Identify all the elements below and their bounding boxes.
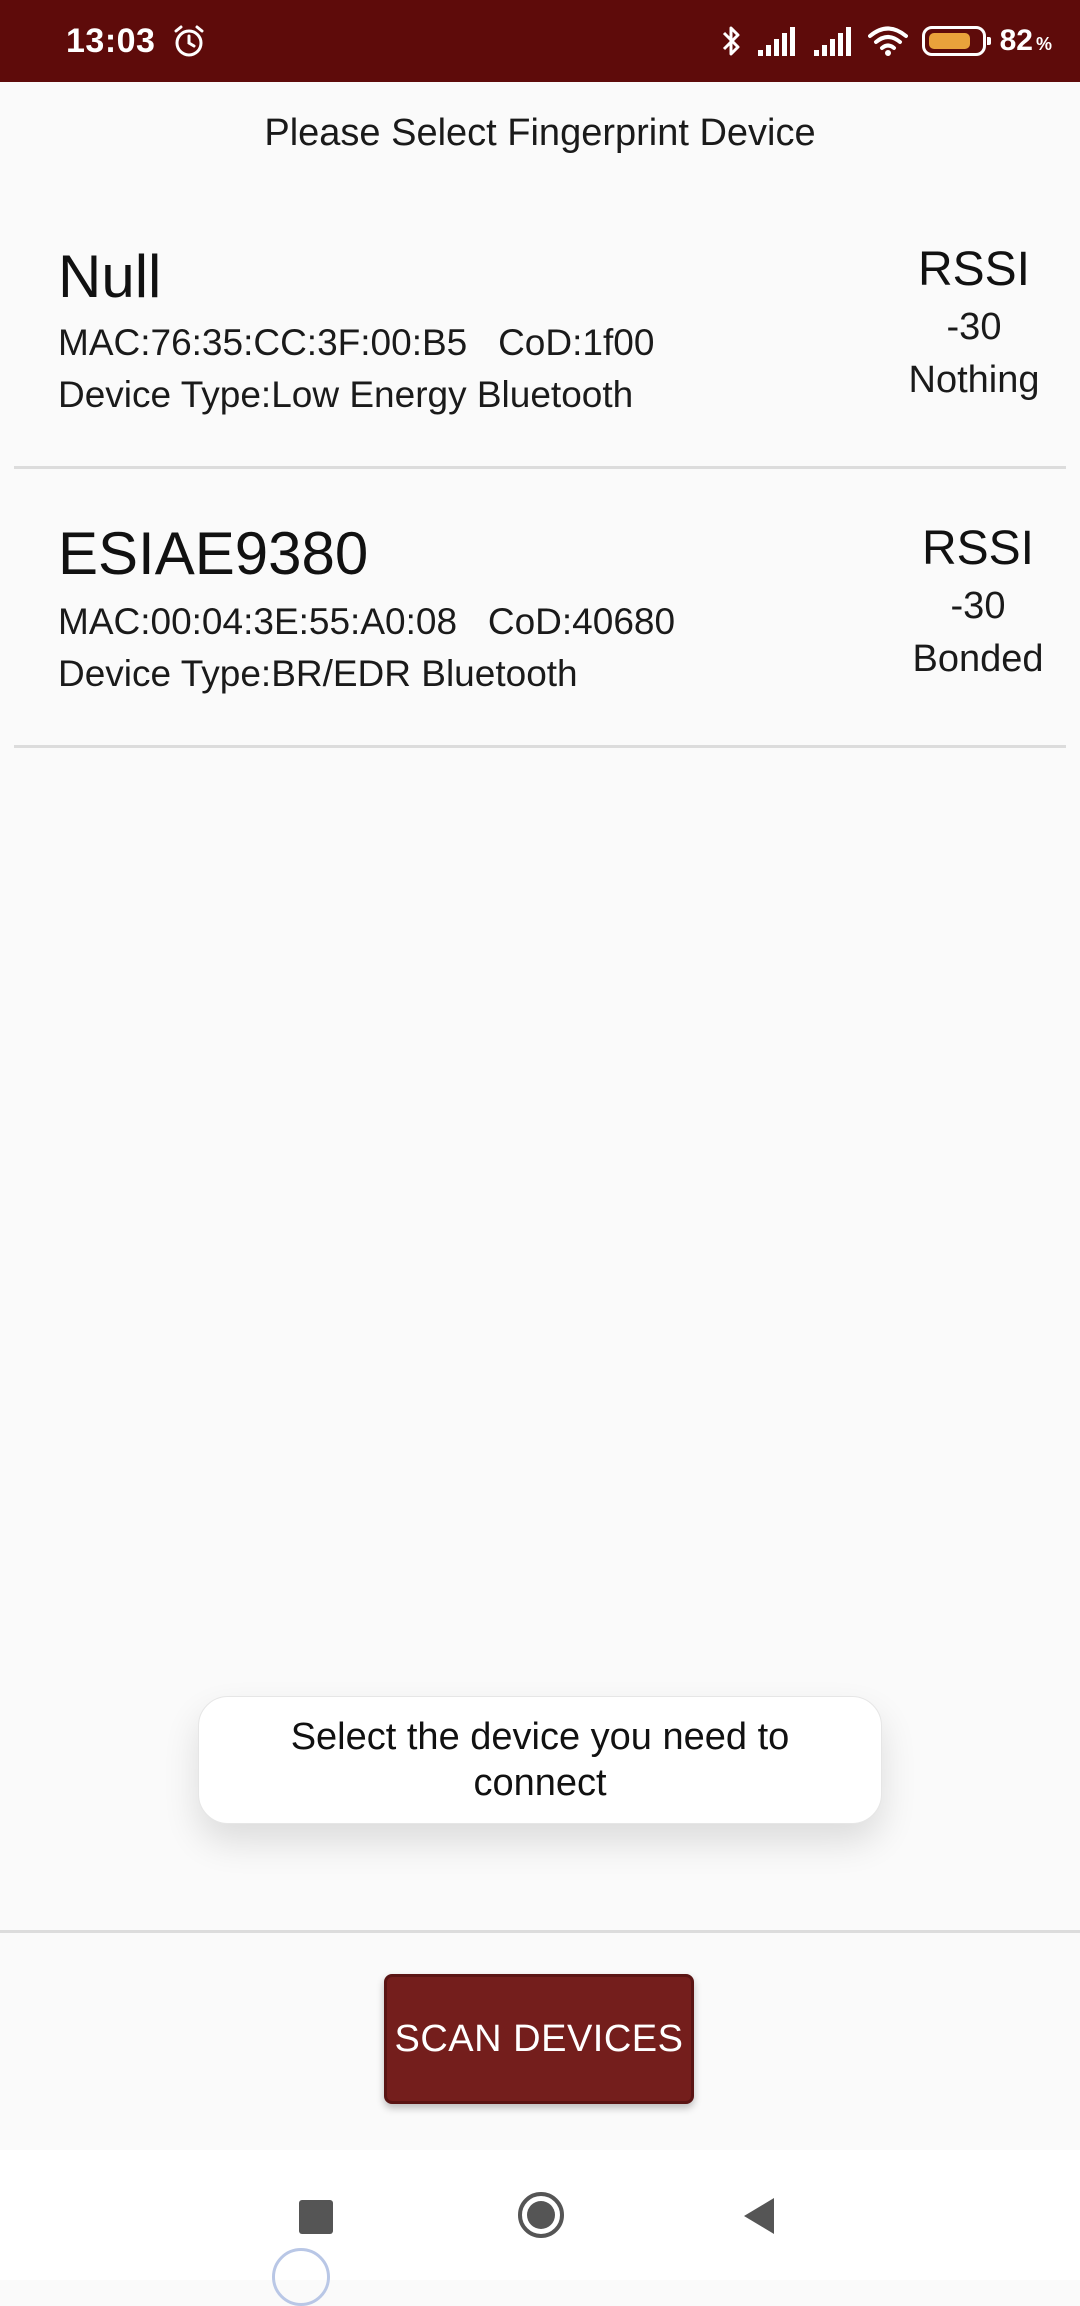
navigation-bar: [0, 2150, 1080, 2306]
rssi-value: -30: [950, 585, 1006, 627]
bluetooth-icon: [722, 26, 740, 56]
rssi-value: -30: [946, 306, 1002, 348]
battery-level: [928, 33, 970, 49]
device-type: Device Type:BR/EDR Bluetooth: [58, 653, 578, 694]
device-list-item[interactable]: ESIAE9380 MAC:00:04:3E:55:A0:08 CoD:4068…: [0, 469, 1080, 747]
battery-icon: [921, 26, 991, 56]
status-bar: 13:03 82%: [0, 0, 1080, 82]
divider: [14, 745, 1066, 748]
device-mac-cod: MAC:00:04:3E:55:A0:08 CoD:40680: [58, 601, 676, 642]
rssi-label: RSSI: [921, 522, 1035, 575]
signal-icon: [757, 27, 795, 56]
scan-devices-button[interactable]: SCAN DEVICES: [384, 1974, 694, 2104]
rssi-label: RSSI: [917, 243, 1031, 296]
device-name: ESIAE9380: [58, 520, 369, 587]
toast-text: Select the device you need to connect: [290, 1716, 790, 1804]
back-icon[interactable]: [740, 2194, 780, 2238]
toast-message: Select the device you need to connect: [198, 1696, 882, 1824]
touch-indicator: [272, 2248, 330, 2306]
page-title: Please Select Fingerprint Device: [264, 112, 816, 154]
bottom-divider: [0, 1930, 1080, 1933]
bond-status: Nothing: [908, 359, 1040, 401]
wifi-icon: [867, 26, 908, 56]
status-icons: 82%: [720, 20, 1052, 62]
bond-status: Bonded: [912, 638, 1044, 680]
rssi-column: RSSI -30 Nothing: [864, 240, 1080, 406]
device-list-item[interactable]: Null MAC:76:35:CC:3F:00:B5 CoD:1f00 Devi…: [0, 200, 1080, 468]
battery-percent: 82%: [999, 24, 1052, 57]
home-icon[interactable]: [516, 2190, 566, 2240]
status-time: 13:03: [66, 22, 156, 60]
recents-icon[interactable]: [299, 2200, 333, 2234]
device-name: Null: [58, 243, 162, 310]
device-mac-cod: MAC:76:35:CC:3F:00:B5 CoD:1f00: [58, 322, 655, 363]
rssi-column: RSSI -30 Bonded: [868, 519, 1080, 685]
signal-icon: [813, 27, 851, 56]
alarm-icon: [174, 25, 204, 57]
device-type: Device Type:Low Energy Bluetooth: [58, 374, 634, 415]
